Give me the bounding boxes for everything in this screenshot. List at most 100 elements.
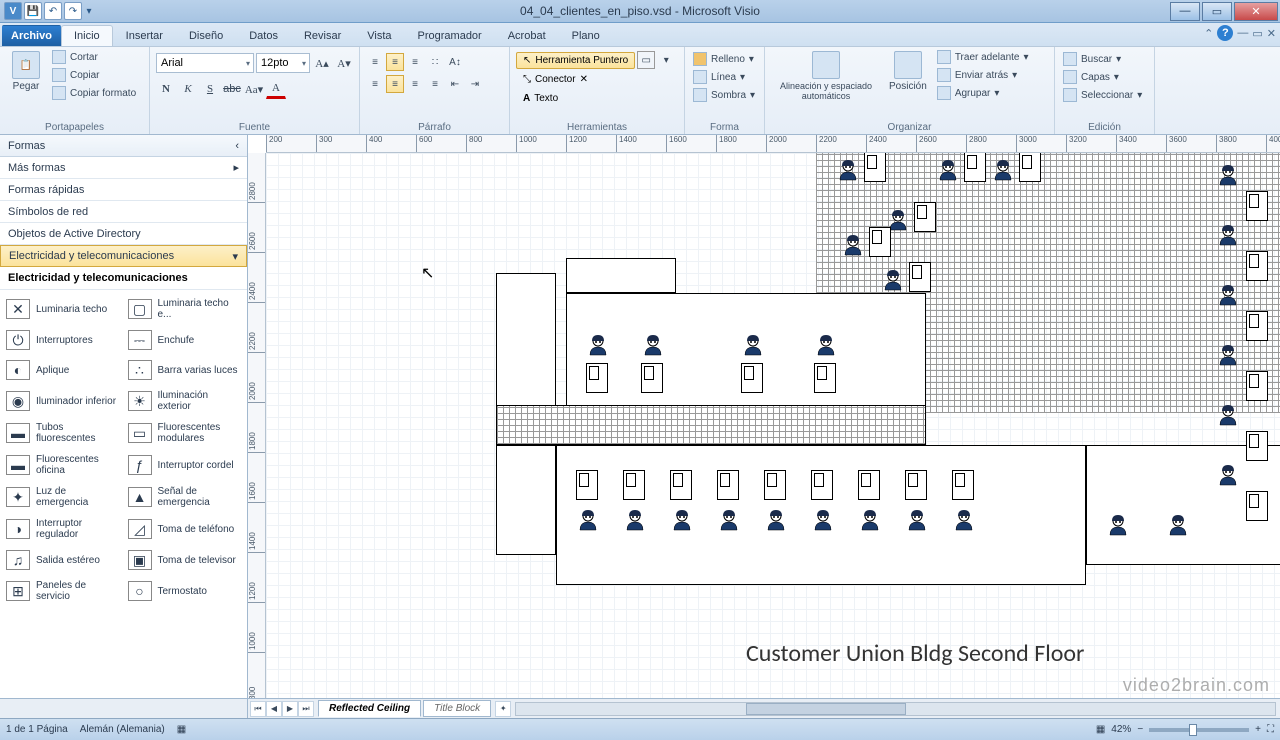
- minimize-button[interactable]: —: [1170, 2, 1200, 21]
- align-button[interactable]: Alineación y espaciado automáticos: [771, 49, 881, 103]
- increase-indent-icon[interactable]: ⇥: [466, 75, 484, 93]
- change-case-button[interactable]: Aa▾: [244, 79, 264, 99]
- stencil-item[interactable]: ∴Barra varias luces: [126, 356, 244, 384]
- undo-icon[interactable]: ↶: [44, 2, 62, 20]
- stencil-item[interactable]: ○Termostato: [126, 576, 244, 606]
- person-shape[interactable]: [881, 268, 905, 292]
- doc-minimize-icon[interactable]: —: [1237, 27, 1248, 39]
- person-shape[interactable]: [811, 508, 835, 532]
- close-button[interactable]: ✕: [1234, 2, 1278, 21]
- next-sheet-button[interactable]: ▶: [282, 701, 298, 717]
- zoom-in-button[interactable]: +: [1255, 724, 1261, 735]
- zoom-value[interactable]: 42%: [1111, 724, 1131, 735]
- person-shape[interactable]: [952, 508, 976, 532]
- save-icon[interactable]: 💾: [24, 2, 42, 20]
- person-shape[interactable]: [576, 508, 600, 532]
- zoom-out-button[interactable]: −: [1137, 724, 1143, 735]
- person-shape[interactable]: [1216, 283, 1240, 307]
- copy-button[interactable]: Copiar: [50, 67, 138, 83]
- desk-shape[interactable]: [741, 363, 763, 393]
- prev-sheet-button[interactable]: ◀: [266, 701, 282, 717]
- stencil-item[interactable]: ▢Luminaria techo e...: [126, 294, 244, 324]
- stencil-item[interactable]: ◉Iluminador inferior: [4, 386, 122, 416]
- person-shape[interactable]: [641, 333, 665, 357]
- person-shape[interactable]: [586, 333, 610, 357]
- ribbon-minimize-icon[interactable]: ⌃: [1204, 27, 1213, 40]
- help-icon[interactable]: ?: [1217, 25, 1233, 41]
- person-shape[interactable]: [717, 508, 741, 532]
- qat-dropdown-icon[interactable]: ▾: [84, 2, 94, 20]
- tab-file[interactable]: Archivo: [2, 25, 61, 46]
- justify-icon[interactable]: ≡: [426, 75, 444, 93]
- align-left-icon[interactable]: ≡: [366, 75, 384, 93]
- find-button[interactable]: Buscar ▾: [1061, 51, 1123, 67]
- bring-front-button[interactable]: Traer adelante ▾: [935, 49, 1031, 65]
- corridor[interactable]: [496, 405, 926, 445]
- desk-shape[interactable]: [586, 363, 608, 393]
- stencil-item[interactable]: ◑Interruptor regulador: [4, 514, 122, 544]
- cut-button[interactable]: Cortar: [50, 49, 138, 65]
- person-shape[interactable]: [858, 508, 882, 532]
- decrease-indent-icon[interactable]: ⇤: [446, 75, 464, 93]
- shrink-font-icon[interactable]: A▾: [334, 53, 354, 73]
- person-shape[interactable]: [1166, 513, 1190, 537]
- layers-button[interactable]: Capas ▾: [1061, 69, 1121, 85]
- rect-tool-icon[interactable]: ▭: [637, 51, 655, 69]
- person-shape[interactable]: [1106, 513, 1130, 537]
- drawing-canvas[interactable]: ↖: [266, 153, 1280, 698]
- tab-vista[interactable]: Vista: [354, 25, 404, 46]
- line-button[interactable]: Línea ▾: [691, 69, 747, 85]
- more-shapes-row[interactable]: Más formas ▸: [0, 157, 247, 179]
- collapse-icon[interactable]: ‹: [235, 140, 239, 152]
- section-simbolos-red[interactable]: Símbolos de red: [0, 201, 247, 223]
- doc-restore-icon[interactable]: ▭: [1252, 27, 1262, 40]
- text-tool-button[interactable]: ATexto: [516, 90, 565, 107]
- align-bottom-icon[interactable]: ≡: [406, 53, 424, 71]
- desk-shape[interactable]: [952, 470, 974, 500]
- section-electricidad[interactable]: Electricidad y telecomunicaciones▾: [0, 245, 247, 267]
- desk-shape[interactable]: [864, 153, 886, 182]
- select-button[interactable]: Seleccionar ▾: [1061, 87, 1144, 103]
- align-middle-icon[interactable]: ≡: [386, 53, 404, 71]
- person-shape[interactable]: [670, 508, 694, 532]
- tab-datos[interactable]: Datos: [236, 25, 291, 46]
- zoom-slider[interactable]: [1149, 728, 1249, 732]
- position-button[interactable]: Posición: [885, 49, 931, 94]
- align-top-icon[interactable]: ≡: [366, 53, 384, 71]
- person-shape[interactable]: [905, 508, 929, 532]
- person-shape[interactable]: [1216, 163, 1240, 187]
- strikethrough-button[interactable]: abc: [222, 79, 242, 99]
- person-shape[interactable]: [991, 158, 1015, 182]
- desk-shape[interactable]: [869, 227, 891, 257]
- font-color-button[interactable]: A: [266, 79, 286, 99]
- maximize-button[interactable]: ▭: [1202, 2, 1232, 21]
- person-shape[interactable]: [936, 158, 960, 182]
- paste-button[interactable]: 📋 Pegar: [6, 49, 46, 94]
- person-shape[interactable]: [1216, 223, 1240, 247]
- person-shape[interactable]: [623, 508, 647, 532]
- horizontal-scrollbar[interactable]: [515, 702, 1276, 716]
- desk-shape[interactable]: [623, 470, 645, 500]
- align-center-icon[interactable]: ≡: [386, 75, 404, 93]
- section-formas-rapidas[interactable]: Formas rápidas: [0, 179, 247, 201]
- visio-icon[interactable]: V: [4, 2, 22, 20]
- tab-insertar[interactable]: Insertar: [113, 25, 176, 46]
- desk-shape[interactable]: [576, 470, 598, 500]
- person-shape[interactable]: [1216, 463, 1240, 487]
- tab-inicio[interactable]: Inicio: [61, 25, 113, 46]
- desk-shape[interactable]: [670, 470, 692, 500]
- bold-button[interactable]: N: [156, 79, 176, 99]
- desk-shape[interactable]: [909, 262, 931, 292]
- stencil-item[interactable]: ▲Señal de emergencia: [126, 482, 244, 512]
- stencil-item[interactable]: ▭Fluorescentes modulares: [126, 418, 244, 448]
- stencil-item[interactable]: ▬Tubos fluorescentes: [4, 418, 122, 448]
- tool-dd-icon[interactable]: ▾: [657, 51, 675, 69]
- tab-plano[interactable]: Plano: [559, 25, 613, 46]
- desk-shape[interactable]: [1246, 311, 1268, 341]
- stencil-item[interactable]: ƒInterruptor cordel: [126, 450, 244, 480]
- stencil-item[interactable]: ▣Toma de televisor: [126, 546, 244, 574]
- stencil-item[interactable]: ✕Luminaria techo: [4, 294, 122, 324]
- stencil-item[interactable]: ⊞Paneles de servicio: [4, 576, 122, 606]
- tab-revisar[interactable]: Revisar: [291, 25, 354, 46]
- person-shape[interactable]: [764, 508, 788, 532]
